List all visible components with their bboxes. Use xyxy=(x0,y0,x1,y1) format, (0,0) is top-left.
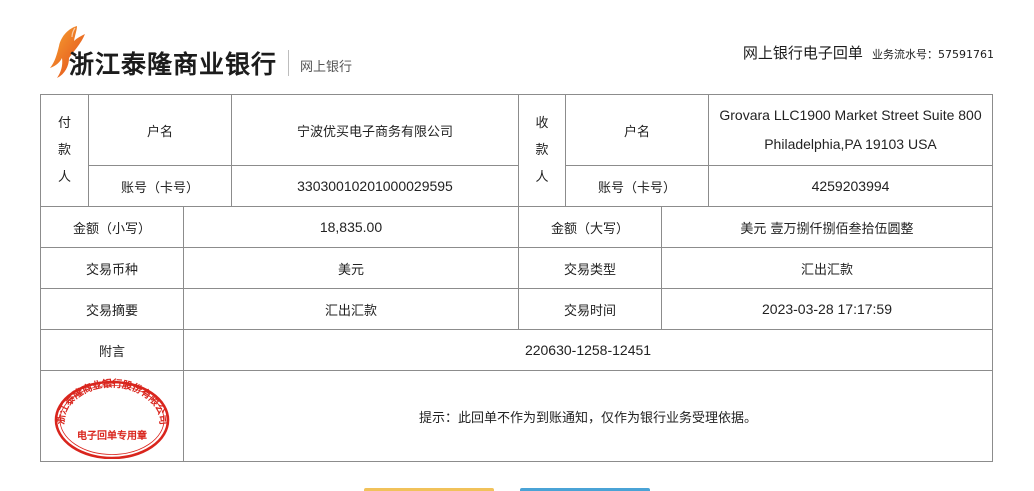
payer-group-label: 付 款 人 xyxy=(41,95,89,207)
payee-name-value: Grovara LLC1900 Market Street Suite 800 … xyxy=(709,95,992,166)
receipt-title: 网上银行电子回单 业务流水号：57591761 xyxy=(743,42,994,63)
remark-label: 附言 xyxy=(41,330,184,371)
receipt-header: 浙江泰隆商业银行 网上银行 网上银行电子回单 业务流水号：57591761 xyxy=(0,0,1034,92)
amount-small-value: 18,835.00 xyxy=(184,207,519,248)
payee-group-label: 收 款 人 xyxy=(519,95,566,207)
payee-char-2: 款 xyxy=(535,143,549,158)
payee-char-3: 人 xyxy=(535,170,549,185)
amount-big-value: 美元 壹万捌仟捌佰叁拾伍圆整 xyxy=(662,207,992,248)
transaction-type-value: 汇出汇款 xyxy=(662,248,992,289)
transaction-time-label: 交易时间 xyxy=(519,289,662,330)
amount-big-label: 金额（大写） xyxy=(519,207,662,248)
amount-small-label: 金额（小写） xyxy=(41,207,184,248)
stamp-center-text: 电子回单专用章 xyxy=(77,429,147,442)
payee-account-value: 4259203994 xyxy=(709,166,992,207)
logo-divider xyxy=(288,50,289,76)
currency-label: 交易币种 xyxy=(41,248,184,289)
receipt-table: 付 款 人 户名 宁波优买电子商务有限公司 账号（卡号） 33030010201… xyxy=(40,94,993,462)
svg-text:浙江泰隆商业银行股份有限公司: 浙江泰隆商业银行股份有限公司 xyxy=(54,377,170,425)
payer-char-1: 付 xyxy=(57,116,71,131)
payer-account-label: 账号（卡号） xyxy=(89,166,232,207)
payer-account-value: 33030010201000029595 xyxy=(232,166,519,207)
notice-text: 提示：此回单不作为到账通知，仅作为银行业务受理依据。 xyxy=(418,410,757,426)
stamp-cell: 浙江泰隆商业银行股份有限公司 电子回单专用章 xyxy=(41,371,184,461)
payee-name-line-1: Grovara LLC1900 Market Street Suite 800 xyxy=(719,107,982,123)
summary-value: 汇出汇款 xyxy=(184,289,519,330)
bank-name: 浙江泰隆商业银行 xyxy=(69,50,278,79)
serial-number: 57591761 xyxy=(938,48,994,61)
bank-seal-stamp-icon: 浙江泰隆商业银行股份有限公司 电子回单专用章 xyxy=(54,377,170,459)
stamp-ring-text: 浙江泰隆商业银行股份有限公司 xyxy=(54,377,170,425)
serial-label: 业务流水号： xyxy=(872,48,938,61)
receipt-title-text: 网上银行电子回单 xyxy=(742,44,863,62)
payer-name-value: 宁波优买电子商务有限公司 xyxy=(232,95,519,166)
payee-char-1: 收 xyxy=(535,116,549,131)
payer-char-2: 款 xyxy=(57,143,71,158)
payee-account-label: 账号（卡号） xyxy=(566,166,709,207)
summary-label: 交易摘要 xyxy=(41,289,184,330)
payer-char-3: 人 xyxy=(57,170,71,185)
payee-name-line-2: Philadelphia,PA 19103 USA xyxy=(764,136,937,152)
transaction-type-label: 交易类型 xyxy=(519,248,662,289)
online-banking-label: 网上银行 xyxy=(300,60,353,75)
payee-name-label: 户名 xyxy=(566,95,709,166)
payer-name-label: 户名 xyxy=(89,95,232,166)
currency-value: 美元 xyxy=(184,248,519,289)
transaction-time-value: 2023-03-28 17:17:59 xyxy=(662,289,992,330)
remark-value: 220630-1258-12451 xyxy=(184,330,992,371)
